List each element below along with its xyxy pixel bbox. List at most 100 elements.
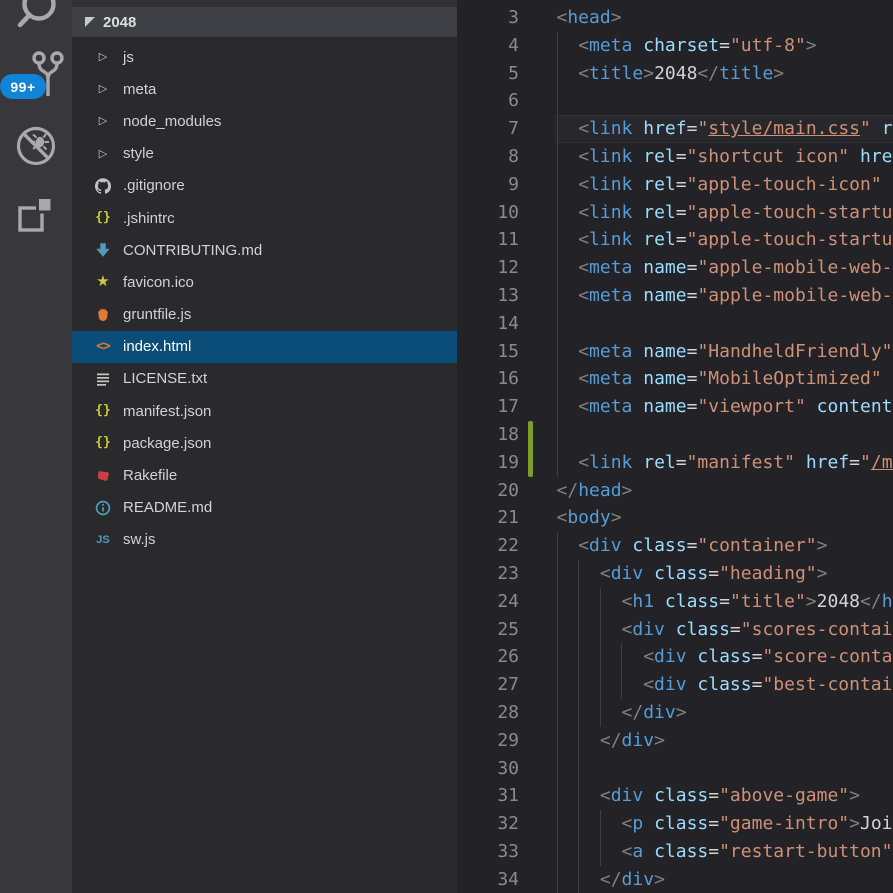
line-number[interactable]: 16 [457, 365, 519, 393]
code-line-4[interactable]: <meta charset="utf-8"> [457, 32, 893, 60]
code-line-30[interactable] [457, 755, 893, 783]
line-number[interactable]: 18 [457, 421, 519, 449]
line-number[interactable]: 19 [457, 449, 519, 477]
code-line-31[interactable]: <div class="above-game"> [457, 782, 893, 810]
code-line-24[interactable]: <h1 class="title">2048</h1> [457, 588, 893, 616]
line-number[interactable]: 6 [457, 87, 519, 115]
code-line-12[interactable]: <meta name="apple-mobile-web-app-capable… [457, 254, 893, 282]
tree-item-index-html[interactable]: <>index.html [72, 331, 457, 363]
code-text: <div class="scores-container"> [557, 616, 893, 644]
debug-icon[interactable] [0, 124, 72, 168]
code-text: <a class="restart-button">New Game [557, 838, 893, 866]
line-number[interactable]: 5 [457, 60, 519, 88]
code-line-26[interactable]: <div class="score-container"> [457, 643, 893, 671]
line-number[interactable]: 29 [457, 727, 519, 755]
tree-item-manifest-json[interactable]: {}manifest.json [72, 395, 457, 427]
line-number[interactable]: 17 [457, 393, 519, 421]
code-line-19[interactable]: <link rel="manifest" href="/manifest.jso… [457, 449, 893, 477]
tree-item-gitignore[interactable]: .gitignore [72, 170, 457, 202]
code-text [557, 310, 579, 338]
code-line-6[interactable] [457, 87, 893, 115]
code-line-20[interactable]: </head> [457, 477, 893, 505]
code-line-10[interactable]: <link rel="apple-touch-startup-image" [457, 199, 893, 227]
line-number[interactable]: 8 [457, 143, 519, 171]
code-text: <link href="style/main.css" rel="stylesh… [557, 115, 893, 143]
extensions-icon[interactable] [0, 194, 72, 234]
chevron-right-icon: ▷ [95, 146, 111, 162]
tree-item-js[interactable]: ▷js [72, 41, 457, 73]
code-line-3[interactable]: <head> [457, 4, 893, 32]
tree-item-license-txt[interactable]: LICENSE.txt [72, 363, 457, 395]
code-line-8[interactable]: <link rel="shortcut icon" href="favicon.… [457, 143, 893, 171]
file-name: CONTRIBUTING.md [123, 242, 262, 259]
code-line-22[interactable]: <div class="container"> [457, 532, 893, 560]
code-line-29[interactable]: </div> [457, 727, 893, 755]
line-number[interactable]: 26 [457, 643, 519, 671]
star-icon: ★ [95, 274, 111, 290]
code-text: <link rel="apple-touch-startup-image" [557, 199, 893, 227]
code-line-7[interactable]: <link href="style/main.css" rel="stylesh… [457, 115, 893, 143]
tree-item-style[interactable]: ▷style [72, 138, 457, 170]
code-line-27[interactable]: <div class="best-container"> [457, 671, 893, 699]
line-number[interactable]: 33 [457, 838, 519, 866]
line-number[interactable]: 7 [457, 115, 519, 143]
code-line-11[interactable]: <link rel="apple-touch-startup-image" [457, 226, 893, 254]
code-line-9[interactable]: <link rel="apple-touch-icon" href [457, 171, 893, 199]
line-number[interactable]: 15 [457, 338, 519, 366]
file-name: .jshintrc [123, 210, 175, 227]
code-text: <p class="game-intro">Join the numbers [557, 810, 893, 838]
line-number[interactable]: 34 [457, 866, 519, 893]
code-line-23[interactable]: <div class="heading"> [457, 560, 893, 588]
line-number[interactable]: 11 [457, 226, 519, 254]
line-number[interactable]: 32 [457, 810, 519, 838]
code-line-15[interactable]: <meta name="HandheldFriendly" content [457, 338, 893, 366]
tree-item-sw-js[interactable]: JSsw.js [72, 524, 457, 556]
code-line-18[interactable] [457, 421, 893, 449]
activity-bar: 99+ [0, 0, 72, 893]
tree-item-gruntfile-js[interactable]: gruntfile.js [72, 299, 457, 331]
line-number[interactable]: 20 [457, 477, 519, 505]
line-number[interactable]: 24 [457, 588, 519, 616]
code-line-17[interactable]: <meta name="viewport" content="width=dev… [457, 393, 893, 421]
file-name: Rakefile [123, 467, 177, 484]
code-line-21[interactable]: <body> [457, 504, 893, 532]
indent-guide [557, 282, 558, 310]
line-number[interactable]: 27 [457, 671, 519, 699]
tree-item-readme-md[interactable]: README.md [72, 492, 457, 524]
code-line-16[interactable]: <meta name="MobileOptimized" content="32… [457, 365, 893, 393]
tree-item-favicon-ico[interactable]: ★favicon.ico [72, 266, 457, 298]
source-control-icon[interactable]: 99+ [25, 50, 71, 98]
code-line-33[interactable]: <a class="restart-button">New Game [457, 838, 893, 866]
code-line-32[interactable]: <p class="game-intro">Join the numbers [457, 810, 893, 838]
tree-item-jshintrc[interactable]: {}.jshintrc [72, 202, 457, 234]
line-number[interactable]: 31 [457, 782, 519, 810]
line-number[interactable]: 12 [457, 254, 519, 282]
text-lines-icon [95, 371, 111, 387]
line-number[interactable]: 22 [457, 532, 519, 560]
code-line-14[interactable] [457, 310, 893, 338]
code-line-13[interactable]: <meta name="apple-mobile-web-app-status-… [457, 282, 893, 310]
search-icon[interactable] [0, 0, 72, 42]
line-number[interactable]: 14 [457, 310, 519, 338]
git-added-lines-indicator[interactable] [528, 421, 533, 477]
line-number[interactable]: 23 [457, 560, 519, 588]
line-number[interactable]: 13 [457, 282, 519, 310]
line-number[interactable]: 25 [457, 616, 519, 644]
line-number[interactable]: 3 [457, 4, 519, 32]
code-line-5[interactable]: <title>2048</title> [457, 60, 893, 88]
code-line-28[interactable]: </div> [457, 699, 893, 727]
line-number[interactable]: 9 [457, 171, 519, 199]
tree-item-node-modules[interactable]: ▷node_modules [72, 105, 457, 137]
line-number[interactable]: 30 [457, 755, 519, 783]
tree-item-meta[interactable]: ▷meta [72, 73, 457, 105]
tree-item-contributing-md[interactable]: CONTRIBUTING.md [72, 234, 457, 266]
folder-section-header[interactable]: 2048 [72, 7, 457, 37]
line-number[interactable]: 28 [457, 699, 519, 727]
code-line-25[interactable]: <div class="scores-container"> [457, 616, 893, 644]
tree-item-rakefile[interactable]: Rakefile [72, 459, 457, 491]
line-number[interactable]: 21 [457, 504, 519, 532]
line-number[interactable]: 4 [457, 32, 519, 60]
line-number[interactable]: 10 [457, 199, 519, 227]
tree-item-package-json[interactable]: {}package.json [72, 427, 457, 459]
code-line-34[interactable]: </div> [457, 866, 893, 893]
